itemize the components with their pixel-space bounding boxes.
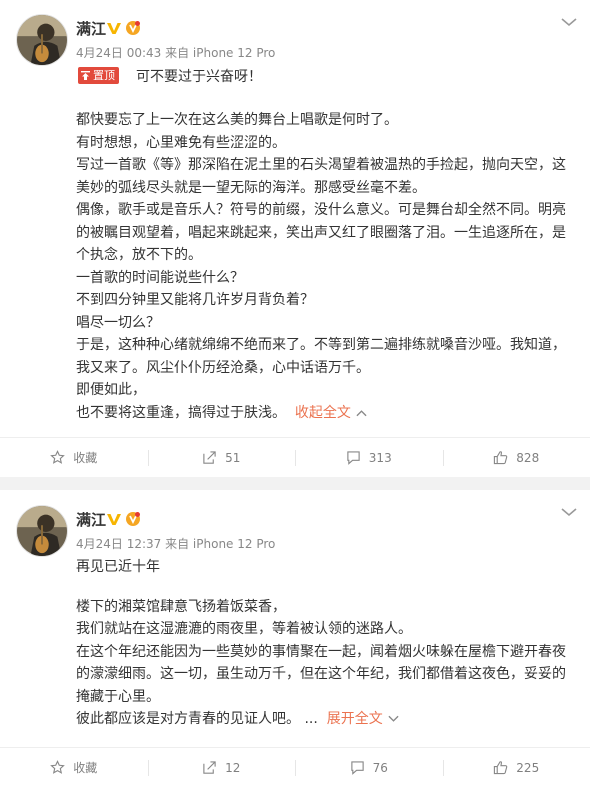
post-meta: 4月24日 00:43 来自 iPhone 12 Pro [76, 46, 276, 60]
action-bar: 收藏 12 76 225 [0, 747, 590, 787]
post-body: 再见已近十年 楼下的湘菜馆肆意飞扬着饭菜香， 我们就站在这湿漉漉的雨夜里，等着被… [76, 556, 572, 731]
comment-count: 76 [372, 760, 388, 775]
post-paragraph: 有时想想，心里难免有些涩涩的。 [76, 134, 286, 151]
pinned-label: 置顶 [93, 69, 115, 82]
post-paragraph: 唱尽一切么？ [76, 314, 160, 331]
post-paragraph: 于是，这种种心绪就绵绵不绝而来了。不等到第二遍排练就嗓音沙哑。我知道，我又来了。… [76, 337, 566, 376]
post-paragraph: 在这个年纪还能因为一些莫妙的事情聚在一起，闻着烟火味躲在屋檐下避开春夜的濛濛细雨… [76, 643, 566, 705]
post-first-line: 再见已近十年 [76, 559, 160, 575]
username[interactable]: 满江 [76, 18, 106, 39]
avatar[interactable] [16, 505, 68, 557]
more-chevron-icon[interactable] [560, 16, 578, 28]
favorite-label: 收藏 [73, 761, 98, 775]
like-icon [494, 451, 508, 465]
repost-button[interactable]: 51 [147, 438, 296, 477]
like-count: 225 [516, 760, 540, 775]
repost-count: 12 [225, 760, 241, 775]
post-paragraph: 都快要忘了上一次在这么美的舞台上唱歌是何时了。 [76, 112, 398, 128]
post-paragraph: 我们就站在这湿漉漉的雨夜里，等着被认领的迷路人。 [76, 621, 412, 637]
expand-label: 展开全文 [326, 711, 383, 727]
collapse-full-text-link[interactable]: 收起全文 [290, 404, 367, 421]
pinned-badge: 置顶 [78, 67, 119, 84]
like-button[interactable]: 828 [442, 438, 590, 477]
post-paragraph: 偶像，歌手或是音乐人？符号的前缀，没什么意义。可是舞台却全然不同。明亮的被瞩目观… [76, 202, 566, 263]
repost-icon [203, 761, 216, 774]
level-badge-icon [126, 512, 140, 526]
post-last-line: 也不要将这重逢，搞得过于肤浅。 收起全文 [76, 402, 572, 425]
post-paragraph: 一首歌的时间能说些什么？ [76, 269, 244, 286]
post-paragraph: 写过一首歌《等》那深陷在泥土里的石头渴望着被温热的手捡起，抛向天空，这美妙的弧线… [76, 157, 566, 196]
comment-icon [350, 761, 364, 775]
pin-icon [81, 71, 90, 80]
post-paragraph: 即便如此， [76, 382, 146, 398]
post-first-line: 可不要过于兴奋呀！ [136, 69, 262, 85]
collapse-label: 收起全文 [294, 404, 351, 421]
post-meta: 4月24日 12:37 来自 iPhone 12 Pro [76, 537, 276, 551]
avatar[interactable] [16, 14, 68, 66]
like-button[interactable]: 225 [442, 748, 590, 787]
expand-full-text-link[interactable]: 展开全文 [322, 711, 399, 727]
favorite-button[interactable]: 收藏 [0, 748, 148, 787]
verified-v-icon [107, 23, 121, 34]
username[interactable]: 满江 [76, 509, 106, 530]
comment-icon [347, 451, 360, 465]
post-body: 都快要忘了上一次在这么美的舞台上唱歌是何时了。 有时想想，心里难免有些涩涩的。 … [76, 109, 572, 424]
post-paragraph: 楼下的湘菜馆肆意飞扬着饭菜香， [76, 598, 286, 615]
comment-button[interactable]: 313 [295, 438, 443, 477]
more-chevron-icon[interactable] [560, 506, 578, 518]
ellipsis: ... [304, 711, 318, 727]
star-icon [50, 760, 66, 774]
repost-count: 51 [225, 450, 241, 465]
post-card-2: 满江 4月24日 12:37 来自 iPhone 12 Pro 再见已近十年 楼… [0, 490, 590, 787]
action-bar: 收藏 51 313 828 [0, 437, 590, 477]
favorite-label: 收藏 [73, 451, 98, 465]
favorite-button[interactable]: 收藏 [0, 438, 148, 477]
post-paragraph: 不到四分钟里又能将几许岁月背负着？ [76, 292, 314, 308]
post-last-line: 彼此都应该是对方青春的见证人吧。 ... 展开全文 [76, 708, 572, 731]
verified-v-icon [107, 514, 121, 525]
like-count: 828 [516, 450, 540, 465]
star-icon [50, 450, 66, 464]
repost-icon [203, 451, 216, 464]
chevron-down-icon [388, 715, 399, 722]
chevron-up-icon [356, 409, 367, 416]
level-badge-icon [126, 21, 140, 35]
like-icon [494, 761, 508, 775]
post-last-line-text: 也不要将这重逢，搞得过于肤浅。 [76, 404, 286, 421]
comment-count: 313 [368, 450, 392, 465]
post-card-1: 满江 4月24日 00:43 来自 iPhone 12 Pro 置顶 可不要过于… [0, 0, 590, 477]
repost-button[interactable]: 12 [147, 748, 296, 787]
post-last-line-text: 彼此都应该是对方青春的见证人吧。 [76, 711, 300, 727]
comment-button[interactable]: 76 [295, 748, 443, 787]
